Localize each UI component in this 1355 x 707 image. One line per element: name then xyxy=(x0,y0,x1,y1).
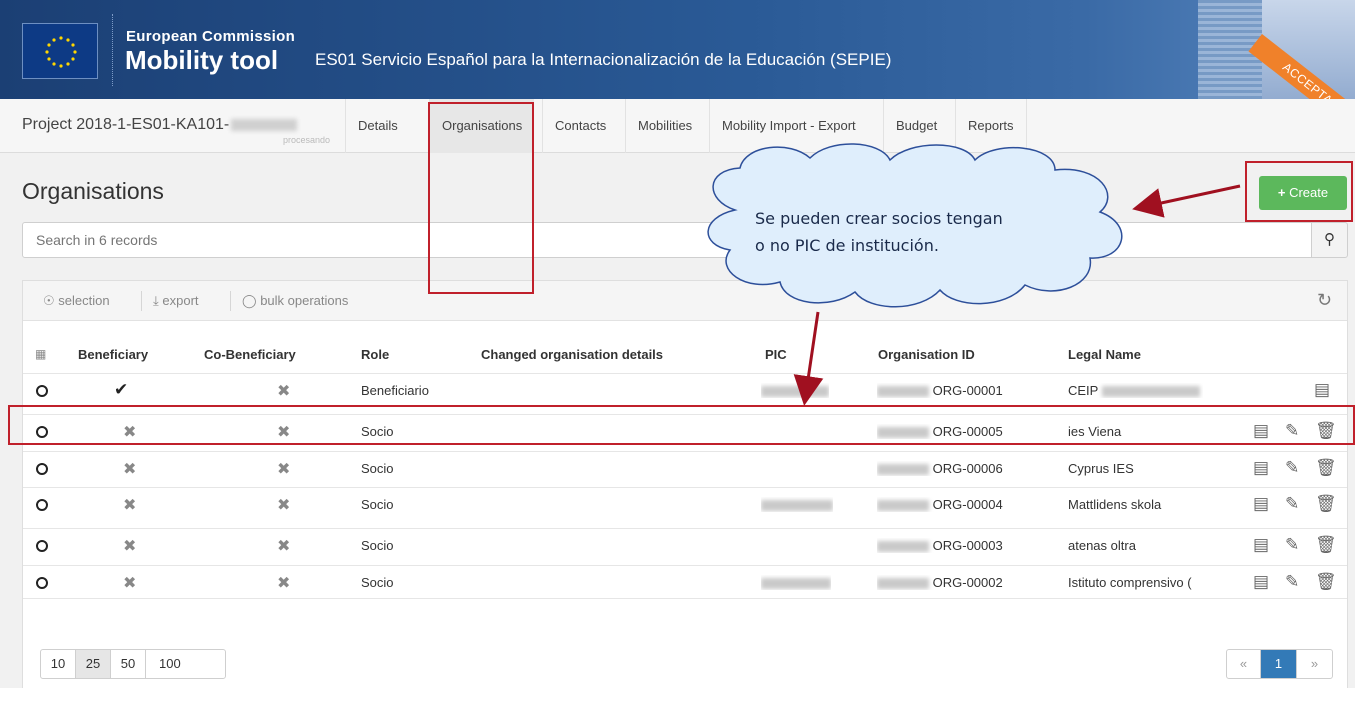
arrow-to-create xyxy=(1132,184,1241,218)
callout-arrows xyxy=(793,184,1241,406)
arrow-to-row xyxy=(793,311,824,406)
torn-edge xyxy=(0,688,1355,707)
